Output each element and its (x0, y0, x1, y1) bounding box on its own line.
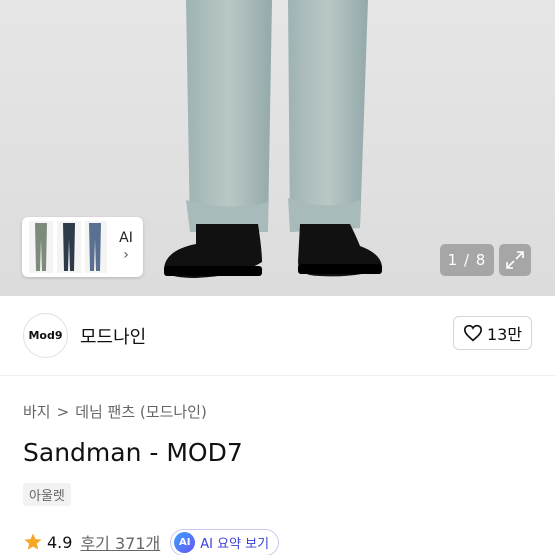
brand-logo[interactable]: Mod9 (23, 313, 68, 358)
breadcrumb-subcategory[interactable]: 데님 팬츠 (모드나인) (75, 401, 207, 422)
star-icon (24, 533, 42, 550)
ai-summary-button[interactable]: AI AI 요약 보기 (170, 528, 280, 555)
outlet-badge: 아울렛 (23, 483, 71, 506)
reviews-link[interactable]: 후기 371개 (80, 530, 160, 554)
ai-badge-icon: AI (174, 531, 196, 553)
rating-row: 4.9 후기 371개 AI AI 요약 보기 (23, 528, 280, 555)
expand-icon (506, 251, 524, 269)
thumbnail-images[interactable] (25, 219, 109, 275)
breadcrumb-category[interactable]: 바지 (23, 401, 51, 422)
thumbnail-jeans-icons (29, 221, 107, 273)
product-title: Sandman - MOD7 (23, 438, 243, 467)
thumbnail-ai-button[interactable]: AI › (109, 229, 143, 264)
ai-summary-label: AI 요약 보기 (200, 536, 270, 552)
breadcrumb-separator: > (56, 402, 70, 421)
rating-value: 4.9 (47, 532, 73, 552)
brand-row[interactable]: Mod9 모드나인 13만 (0, 296, 555, 376)
image-page-counter: 1 / 8 (440, 244, 494, 276)
like-count: 13만 (486, 325, 523, 344)
product-image-gallery[interactable]: AI › 1 / 8 (0, 0, 555, 296)
brand-name[interactable]: 모드나인 (80, 323, 146, 349)
like-button[interactable]: 13만 (453, 316, 532, 350)
thumbnail-strip[interactable]: AI › (22, 217, 143, 277)
chevron-right-icon: › (123, 247, 129, 263)
heart-icon (463, 324, 482, 342)
expand-button[interactable] (499, 244, 531, 276)
breadcrumb: 바지 > 데님 팬츠 (모드나인) (23, 401, 207, 422)
thumbnail-ai-label: AI (119, 229, 133, 246)
